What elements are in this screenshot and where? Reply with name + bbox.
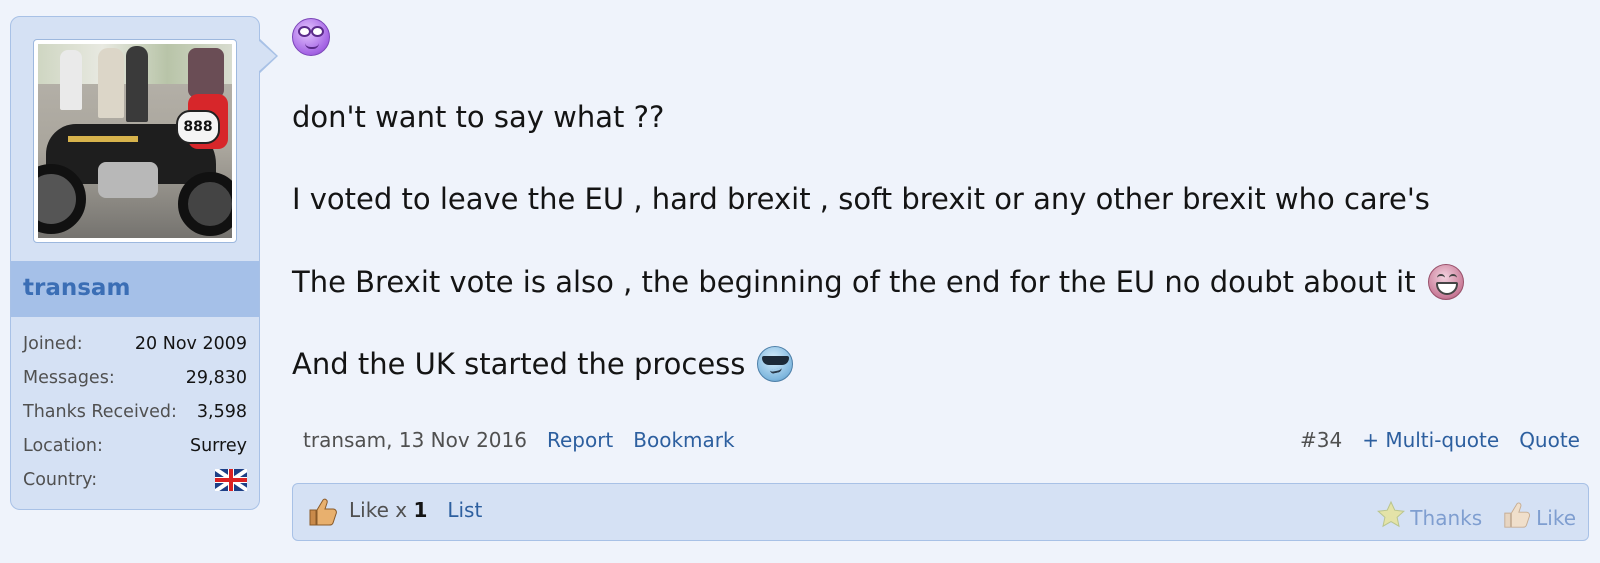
info-row-joined: Joined: 20 Nov 2009 bbox=[23, 327, 247, 361]
post-number[interactable]: #34 bbox=[1300, 428, 1342, 452]
thanks-label: Thanks bbox=[1410, 506, 1483, 530]
uk-flag-icon bbox=[215, 469, 247, 491]
message-line: The Brexit vote is also , the beginning … bbox=[292, 264, 1464, 300]
info-label: Thanks Received: bbox=[23, 402, 177, 422]
info-row-messages: Messages: 29,830 bbox=[23, 361, 247, 395]
likes-count-text: Like x 1 bbox=[349, 498, 427, 522]
author-date[interactable]: transam, 13 Nov 2016 bbox=[303, 428, 527, 452]
user-panel-pointer bbox=[258, 40, 276, 72]
message-text: don't want to say what ?? bbox=[292, 100, 665, 134]
bookmark-link[interactable]: Bookmark bbox=[633, 428, 734, 452]
message-line: I voted to leave the EU , hard brexit , … bbox=[292, 182, 1430, 216]
avatar[interactable]: 888 bbox=[33, 39, 237, 243]
username-bar: transam bbox=[11, 261, 259, 317]
message-actions: #34 + Multi-quote Quote bbox=[1300, 428, 1580, 452]
info-row-country: Country: bbox=[23, 463, 247, 497]
message-line: don't want to say what ?? bbox=[292, 100, 664, 134]
user-panel: 888 transam Joined: 20 Nov 2009 Messages… bbox=[10, 16, 260, 510]
avatar-plate-number: 888 bbox=[176, 110, 220, 144]
info-value: 3,598 bbox=[196, 402, 247, 422]
message-line: And the UK started the process bbox=[292, 346, 794, 382]
avatar-image: 888 bbox=[38, 44, 232, 238]
likes-list-link[interactable]: List bbox=[447, 498, 482, 522]
message-text: The Brexit vote is also , the beginning … bbox=[292, 265, 1416, 299]
report-link[interactable]: Report bbox=[547, 428, 613, 452]
star-icon bbox=[1377, 500, 1406, 528]
multi-quote-button[interactable]: + Multi-quote bbox=[1362, 428, 1499, 452]
message-text: And the UK started the process bbox=[292, 347, 746, 381]
info-label: Location: bbox=[23, 436, 103, 456]
info-label: Country: bbox=[23, 470, 98, 490]
info-value: 29,830 bbox=[185, 368, 247, 388]
user-info: Joined: 20 Nov 2009 Messages: 29,830 Tha… bbox=[11, 317, 259, 497]
like-label: Like bbox=[1536, 506, 1576, 530]
likes-summary: Like x 1 List bbox=[349, 498, 482, 522]
info-label: Joined: bbox=[23, 334, 83, 354]
info-row-location: Location: Surrey bbox=[23, 429, 247, 463]
laughing-smilie-icon bbox=[1427, 264, 1464, 300]
info-value: 20 Nov 2009 bbox=[134, 334, 247, 354]
glasses-smilie-icon bbox=[292, 18, 330, 56]
info-row-thanks: Thanks Received: 3,598 bbox=[23, 395, 247, 429]
message-meta: transam, 13 Nov 2016 Report Bookmark bbox=[303, 428, 735, 452]
thanks-button[interactable]: Thanks bbox=[1376, 500, 1482, 530]
message-text: I voted to leave the EU , hard brexit , … bbox=[292, 182, 1430, 216]
quote-button[interactable]: Quote bbox=[1519, 428, 1580, 452]
info-value: Surrey bbox=[189, 436, 247, 456]
likes-bar: Like x 1 List Thanks Like bbox=[292, 483, 1589, 541]
thumbs-up-icon bbox=[1504, 502, 1531, 528]
likes-prefix: Like x bbox=[349, 498, 408, 522]
likes-actions: Thanks Like bbox=[1376, 500, 1576, 530]
like-button[interactable]: Like bbox=[1502, 500, 1576, 530]
likes-count: 1 bbox=[413, 498, 428, 522]
info-label: Messages: bbox=[23, 368, 115, 388]
username-link[interactable]: transam bbox=[23, 275, 130, 301]
thumbs-up-icon bbox=[309, 498, 337, 526]
cool-smilie-icon bbox=[757, 346, 794, 382]
